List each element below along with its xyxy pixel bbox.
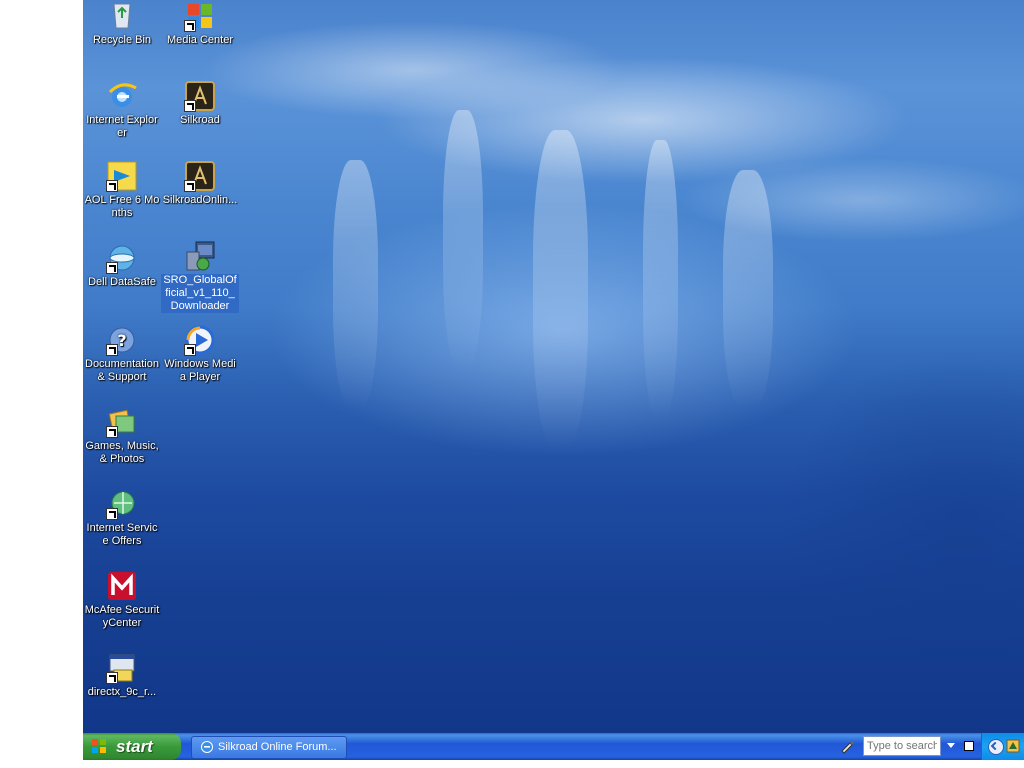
desktop-icon-documentation-support[interactable]: ? Documentation & Support <box>83 324 161 384</box>
desktop-icon-internet-explorer[interactable]: Internet Explorer <box>83 80 161 140</box>
games-music-photos-icon <box>106 406 138 438</box>
silkroad-icon <box>184 80 216 112</box>
desktop-icon-windows-media-player[interactable]: Windows Media Player <box>161 324 239 384</box>
setup-icon <box>106 652 138 684</box>
dell-datasafe-icon <box>106 242 138 274</box>
desktop-icon-internet-service-offers[interactable]: Internet Service Offers <box>83 488 161 548</box>
shortcut-arrow-icon <box>106 672 118 684</box>
back-arrow-icon[interactable] <box>988 739 1004 755</box>
shortcut-arrow-icon <box>184 344 196 356</box>
icon-label: Games, Music, & Photos <box>85 440 159 465</box>
windows-flag-icon <box>92 739 106 753</box>
pen-icon[interactable] <box>839 738 855 754</box>
mcafee-icon <box>106 570 138 602</box>
internet-explorer-icon <box>106 80 138 112</box>
recycle-bin-icon <box>106 0 138 32</box>
taskbar: start Silkroad Online Forum... <box>83 733 1024 760</box>
icon-label: Internet Service Offers <box>86 522 158 547</box>
shortcut-arrow-icon <box>106 180 118 192</box>
icon-label: Documentation & Support <box>85 358 159 383</box>
internet-explorer-icon <box>201 741 213 753</box>
icon-label: SRO_GlobalOfficial_v1_110_Downloader <box>161 274 239 313</box>
shortcut-arrow-icon <box>106 344 118 356</box>
shortcut-arrow-icon <box>106 262 118 274</box>
desktop-icon-sro-downloader[interactable]: SRO_GlobalOfficial_v1_110_Downloader <box>161 240 239 313</box>
desktop-icon-silkroad-online[interactable]: SilkroadOnlin... <box>161 160 239 207</box>
aol-icon <box>106 160 138 192</box>
desktop-icon-media-center[interactable]: Media Center <box>161 0 239 47</box>
desktop[interactable]: Recycle Bin Internet Explorer AOL Free 6… <box>83 0 1024 733</box>
icon-label: Internet Explorer <box>86 114 158 139</box>
internet-offers-icon <box>106 488 138 520</box>
restore-icon[interactable] <box>964 741 974 751</box>
taskbar-button-label: Silkroad Online Forum... <box>218 741 337 753</box>
desktop-icon-dell-datasafe[interactable]: Dell DataSafe <box>83 242 161 289</box>
shortcut-arrow-icon <box>184 180 196 192</box>
desktop-icon-silkroad[interactable]: Silkroad <box>161 80 239 127</box>
shortcut-arrow-icon <box>106 426 118 438</box>
icon-label: Dell DataSafe <box>88 276 156 288</box>
start-button[interactable]: start <box>83 733 181 760</box>
light-streak <box>643 140 678 420</box>
svg-text:?: ? <box>117 331 126 350</box>
tray-app-icon[interactable] <box>1006 739 1020 753</box>
start-label: start <box>116 737 153 756</box>
system-tray <box>981 733 1024 760</box>
shortcut-arrow-icon <box>106 508 118 520</box>
help-icon: ? <box>106 324 138 356</box>
light-streak <box>333 160 378 410</box>
chevron-down-icon[interactable] <box>947 743 955 748</box>
windows-flag-icon <box>184 0 216 32</box>
desktop-icon-games-music-photos[interactable]: Games, Music, & Photos <box>83 406 161 466</box>
icon-label: Media Center <box>166 34 234 46</box>
search-input[interactable] <box>863 736 941 756</box>
light-streak <box>723 170 773 410</box>
media-player-icon <box>184 324 216 356</box>
icon-label: AOL Free 6 Months <box>84 194 160 219</box>
light-streak <box>533 130 588 450</box>
light-streak <box>443 110 483 370</box>
desktop-icon-aol[interactable]: AOL Free 6 Months <box>83 160 161 220</box>
installer-icon <box>184 240 216 272</box>
icon-label: Silkroad <box>180 114 220 126</box>
icon-label: Recycle Bin <box>92 34 152 46</box>
desktop-icon-recycle-bin[interactable]: Recycle Bin <box>83 0 161 47</box>
shortcut-arrow-icon <box>184 20 196 32</box>
shortcut-arrow-icon <box>184 100 196 112</box>
taskbar-button-silkroad-forum[interactable]: Silkroad Online Forum... <box>191 736 347 759</box>
icon-label: Windows Media Player <box>164 358 236 383</box>
desktop-icon-directx[interactable]: directx_9c_r... <box>83 652 161 699</box>
icon-label: SilkroadOnlin... <box>162 194 238 206</box>
icon-label: directx_9c_r... <box>87 686 157 698</box>
icon-label: McAfee SecurityCenter <box>84 604 160 629</box>
silkroad-icon <box>184 160 216 192</box>
desktop-icon-mcafee[interactable]: McAfee SecurityCenter <box>83 570 161 630</box>
